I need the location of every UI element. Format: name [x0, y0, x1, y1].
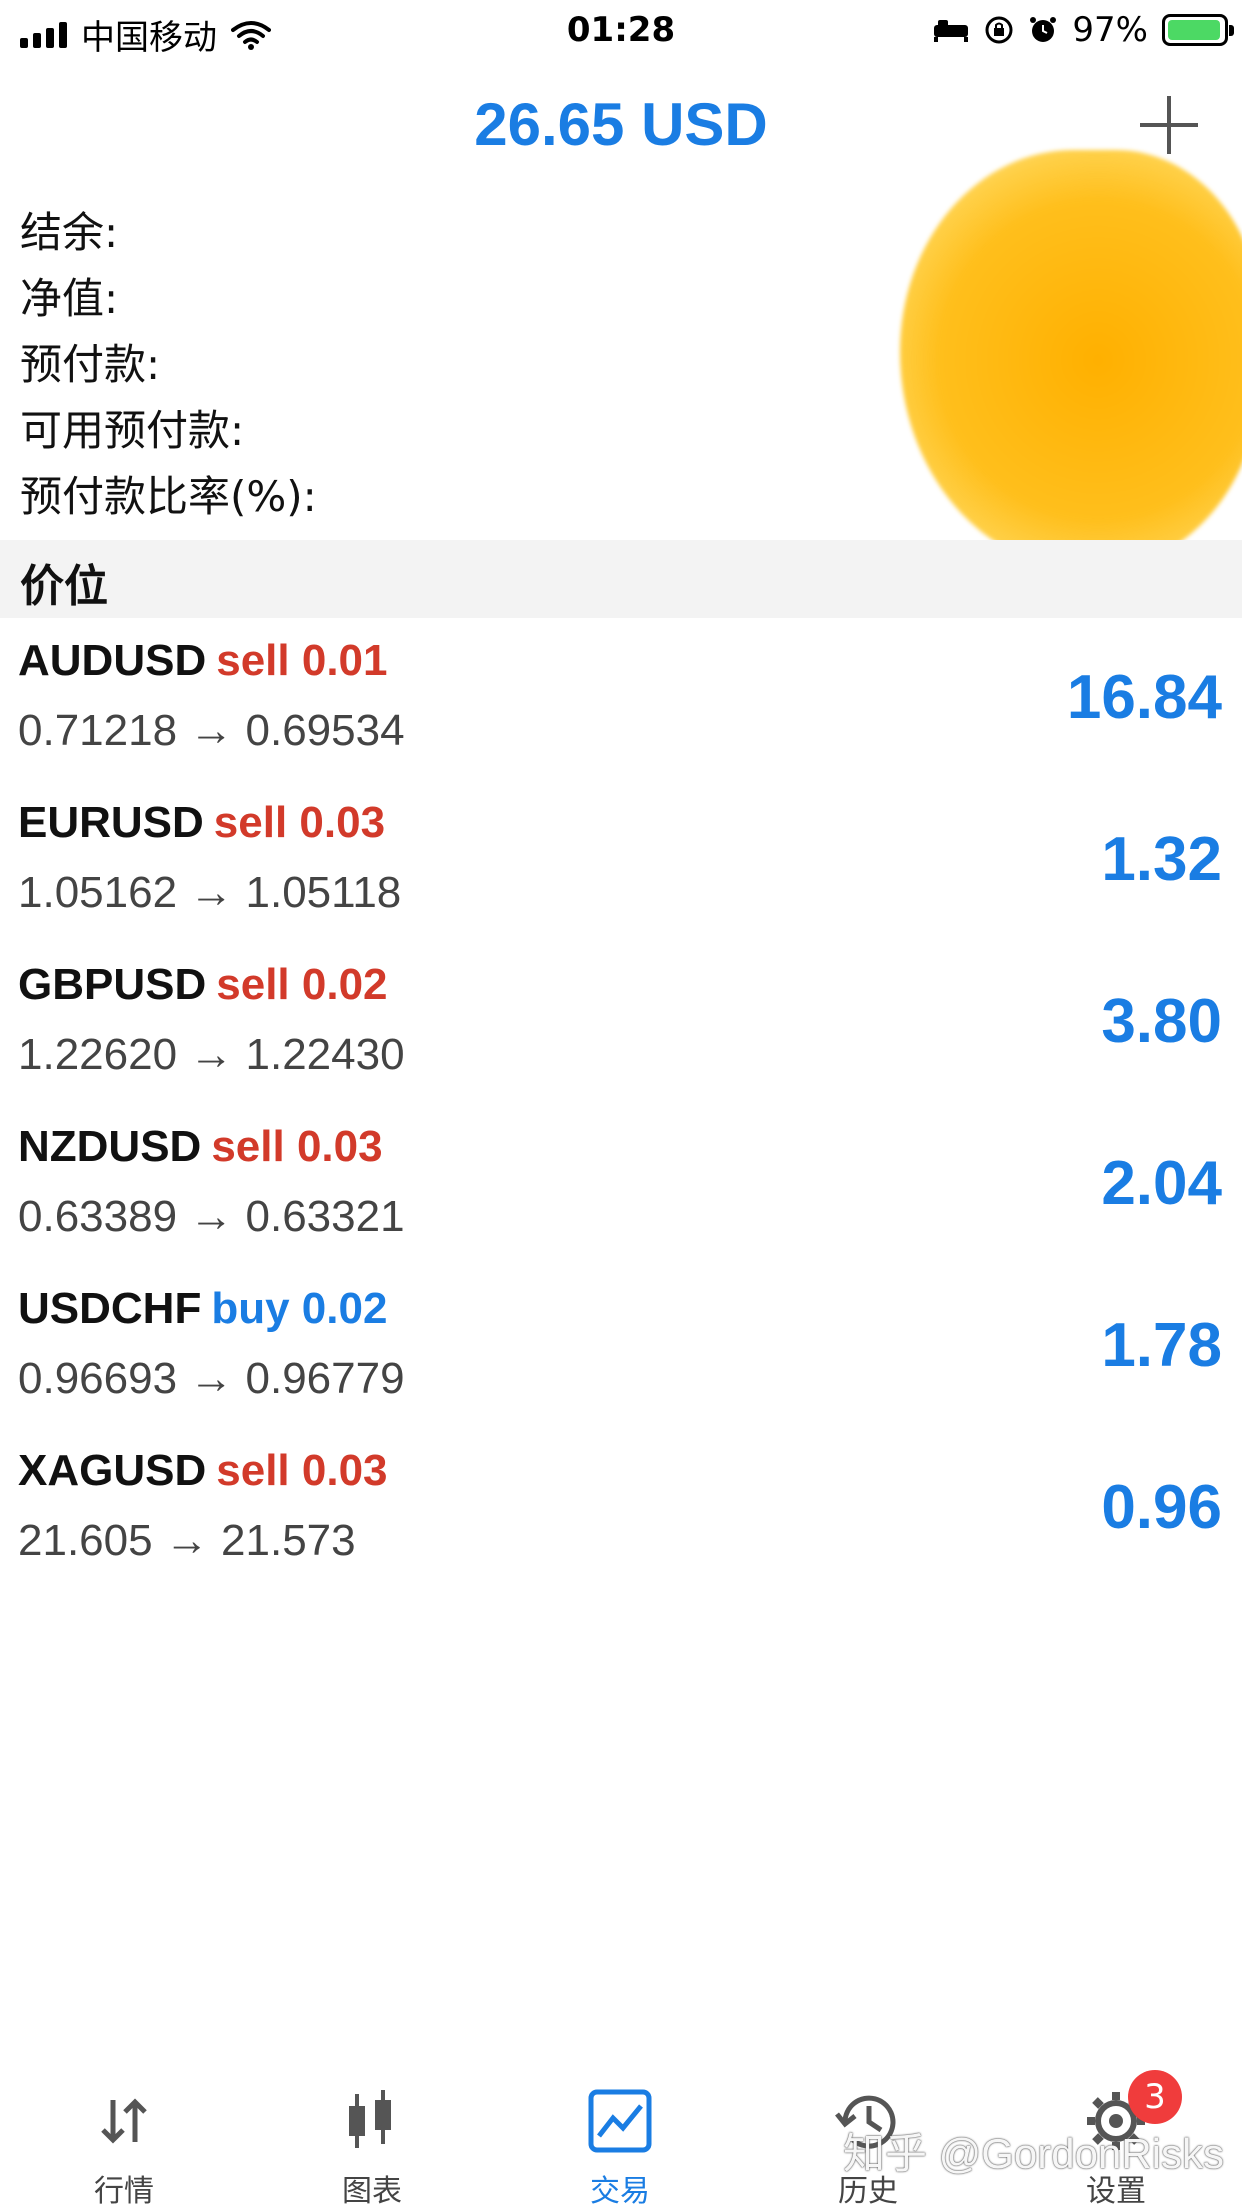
position-prices: 0.71218 → 0.69534 — [18, 706, 405, 755]
margin-label: 预付款: — [20, 340, 161, 389]
position-symbol: XAGUSD — [18, 1446, 207, 1495]
position-symbol: NZDUSD — [18, 1122, 202, 1171]
position-side: sell 0.03 — [213, 798, 386, 847]
battery-percent: 97% — [1072, 10, 1148, 50]
position-profit: 2.04 — [1101, 1149, 1222, 1218]
position-profit: 1.78 — [1101, 1311, 1222, 1380]
position-prices: 0.96693 → 0.96779 — [18, 1354, 405, 1403]
tab-label: 行情 — [94, 2174, 154, 2208]
tab-label: 交易 — [590, 2174, 650, 2208]
equity-label: 净值: — [20, 274, 119, 323]
position-row[interactable]: XAGUSD sell 0.03 21.605 → 21.573 0.96 — [0, 1438, 1242, 1600]
bed-icon — [934, 20, 969, 42]
position-profit: 16.84 — [1066, 663, 1222, 732]
free-margin-label: 可用预付款: — [20, 406, 245, 455]
rotation-lock-icon — [985, 16, 1013, 44]
status-bar: 中国移动 01:28 97% — [0, 0, 1242, 62]
position-prices: 1.22620 → 1.22430 — [18, 1030, 405, 1079]
position-side: sell 0.02 — [216, 960, 388, 1009]
tab-charts[interactable]: 图表 — [248, 2060, 496, 2208]
alarm-icon — [1030, 17, 1057, 42]
watermark-text: 知乎 @GordonRisks — [842, 2130, 1224, 2177]
position-prices: 0.63389 → 0.63321 — [18, 1192, 405, 1241]
position-side: sell 0.01 — [216, 636, 388, 685]
positions-list: AUDUSD sell 0.01 0.71218 → 0.69534 16.84 … — [0, 628, 1242, 1600]
position-row[interactable]: NZDUSD sell 0.03 0.63389 → 0.63321 2.04 — [0, 1114, 1242, 1276]
position-side: sell 0.03 — [211, 1122, 383, 1171]
position-row[interactable]: AUDUSD sell 0.01 0.71218 → 0.69534 16.84 — [0, 628, 1242, 790]
position-symbol: EURUSD — [18, 798, 204, 847]
position-symbol: AUDUSD — [18, 636, 207, 685]
position-row[interactable]: EURUSD sell 0.03 1.05162 → 1.05118 1.32 — [0, 790, 1242, 952]
plus-icon[interactable] — [1134, 90, 1204, 160]
position-profit: 1.32 — [1101, 825, 1222, 894]
quotes-arrows-icon — [101, 2098, 147, 2144]
position-side: buy 0.02 — [211, 1284, 388, 1333]
redaction-smudge — [900, 150, 1242, 570]
position-row[interactable]: USDCHF buy 0.02 0.96693 → 0.96779 1.78 — [0, 1276, 1242, 1438]
notification-badge: 3 — [1128, 2070, 1182, 2124]
tab-label: 图表 — [342, 2174, 402, 2208]
position-side: sell 0.03 — [216, 1446, 388, 1495]
position-symbol: GBPUSD — [18, 960, 207, 1009]
account-balance: 26.65 USD — [474, 91, 768, 158]
chart-candles-icon — [349, 2090, 391, 2148]
tab-trade[interactable]: 交易 — [496, 2060, 744, 2208]
position-profit: 0.96 — [1101, 1473, 1222, 1542]
position-prices: 1.05162 → 1.05118 — [18, 868, 402, 917]
position-prices: 21.605 → 21.573 — [18, 1516, 356, 1565]
position-symbol: USDCHF — [18, 1284, 202, 1333]
positions-section-header: 价位 — [0, 540, 1242, 618]
position-profit: 3.80 — [1101, 987, 1222, 1056]
balance-label: 结余: — [20, 208, 119, 257]
tab-quotes[interactable]: 行情 — [0, 2060, 248, 2208]
position-row[interactable]: GBPUSD sell 0.02 1.22620 → 1.22430 3.80 — [0, 952, 1242, 1114]
trade-icon — [588, 2089, 652, 2153]
margin-level-label: 预付款比率(%): — [20, 472, 317, 521]
section-title: 价位 — [20, 561, 108, 612]
battery-charging-icon — [1162, 14, 1234, 46]
account-summary: 结余: 净值: 预付款: 可用预付款: 预付款比率(%): — [20, 200, 317, 530]
